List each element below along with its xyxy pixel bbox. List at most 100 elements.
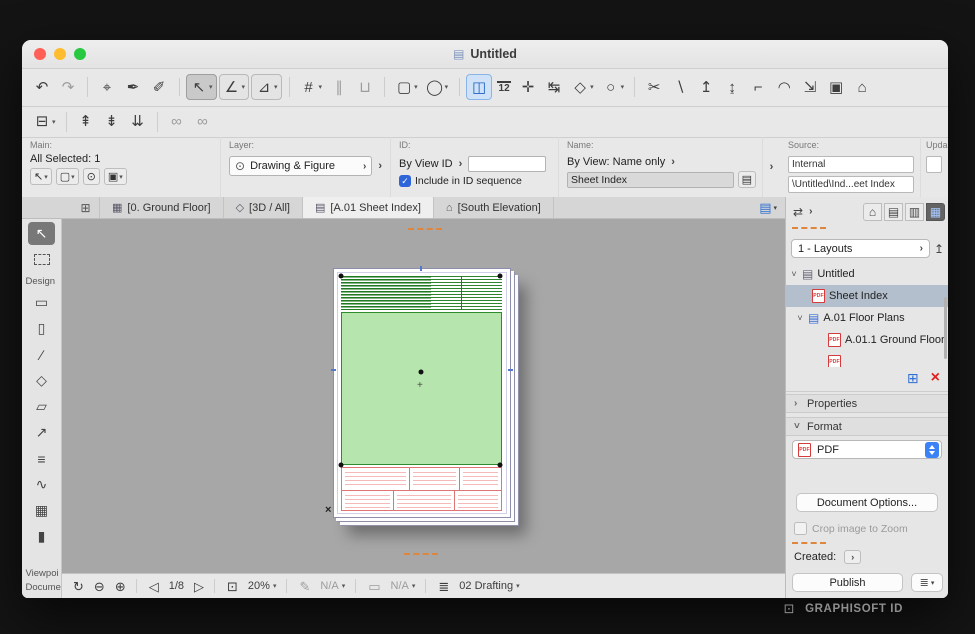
disclosure-icon[interactable]: ˅ [790,269,798,279]
grid-tool[interactable]: ▦ [28,499,55,522]
place-figure-button[interactable]: ▣ [824,74,848,100]
infobox-expand-button[interactable]: › [768,161,776,173]
fit-elements-button[interactable]: ✛ [516,74,540,100]
autogroup-button[interactable]: ∞ [191,109,215,135]
format-section-header[interactable]: ˅ Format [786,417,948,436]
camera-button[interactable]: ⌂ [850,74,874,100]
tree-item-next[interactable]: PDF [786,351,948,367]
fillet-button[interactable]: ◠ [772,74,796,100]
magnet-button[interactable]: ⊙ [83,168,100,185]
fill-settings-button[interactable]: ◇ ▾ [568,74,597,100]
rename-button[interactable]: ▤ [738,171,756,188]
organizer-button[interactable]: ⇄ [790,204,806,220]
tab-sheet-index[interactable]: ▤ [A.01 Sheet Index] [303,197,434,218]
zoom-out-button[interactable]: ⊖ [89,576,110,596]
tab-south-elevation[interactable]: ⌂ [South Elevation] [434,197,554,218]
redo-button[interactable]: ↷ [56,74,80,100]
next-layout-button[interactable]: ▷ [189,576,209,596]
dimension-units-button[interactable]: 12 [494,74,514,100]
align-elements-button[interactable]: ↹ [542,74,566,100]
group-button[interactable]: ∞ [165,109,189,135]
tree-item-untitled[interactable]: ˅ ▤ Untitled [786,263,948,285]
layout-sheet[interactable]: + [333,268,511,518]
tree-scrollbar[interactable] [944,297,947,359]
arrow-mode-button[interactable]: ↖ ▾ [30,168,52,185]
layer-value[interactable]: 02 Drafting ▾ [454,576,524,596]
quick-options-button[interactable]: ▤ ▾ [751,197,785,218]
undo-button[interactable]: ↶ [30,74,54,100]
id-input[interactable] [468,156,546,172]
spline-tool[interactable]: ∿ [28,473,55,496]
pen-settings-button[interactable]: ○ ▾ [599,74,628,100]
name-mode-expand-button[interactable]: › [669,156,677,168]
include-id-checkbox[interactable]: ✓ [399,175,411,187]
grid-snap-button[interactable]: # ▾ [297,74,326,100]
resize-button[interactable]: ⇲ [798,74,822,100]
stepper-icon[interactable] [925,442,939,458]
apply-settings-button[interactable]: ⇊ [126,109,150,135]
selection-handle[interactable] [339,463,344,468]
sheet-index-table-drawing[interactable] [341,276,502,310]
arrow-annotation-tool[interactable]: ↗ [28,421,55,444]
selection-handle[interactable] [419,370,424,375]
project-map-button[interactable]: ⌂ [863,203,882,221]
stair-tool[interactable]: ≡ [28,447,55,470]
tree-item-a01-floor-plans[interactable]: ˅ ▤ A.01 Floor Plans [786,307,948,329]
layer-expand-button[interactable]: › [376,160,384,172]
selection-handle[interactable] [498,274,503,279]
scale-button[interactable]: ▭ [363,576,385,596]
offset-toggle[interactable]: ∠ ▾ [219,74,250,100]
stretch-button[interactable]: ↨ [720,74,744,100]
favorites-preview-button[interactable]: ▣ ▾ [104,168,127,185]
pin-navigator-button[interactable]: ↥ [934,242,944,256]
document-options-button[interactable]: Document Options... [796,493,938,512]
id-mode-expand-button[interactable]: › [457,158,465,170]
add-layout-button[interactable]: ⊞ [907,370,919,387]
disclosure-icon[interactable]: ˅ [796,313,804,323]
publish-button[interactable]: Publish [792,573,903,592]
elevate-button[interactable]: ↥ [694,74,718,100]
line-tool[interactable]: ∕ [28,343,55,366]
scale-value[interactable]: N/A ▾ [386,576,421,596]
drawing-tool[interactable]: ▭ [28,291,55,314]
marquee-options-button[interactable]: ▢ ▾ [392,74,421,100]
tree-item-sheet-index[interactable]: PDF Sheet Index [786,285,948,307]
favorites-palette-button[interactable]: ⊟ ▾ [30,109,59,135]
delete-item-button[interactable]: × [931,370,940,386]
layer-quick-button[interactable]: ≣ [433,576,454,596]
pick-up-parameters-button[interactable]: ✒ [121,74,145,100]
crop-image-checkbox[interactable] [794,522,807,535]
trace-reference-button[interactable]: ◫ [466,74,492,100]
prev-layout-button[interactable]: ◁ [144,576,164,596]
view-map-button[interactable]: ▤ [884,203,903,221]
publisher-sets-button[interactable]: ⇞ [74,109,98,135]
tab-ground-floor[interactable]: ▦ [0. Ground Floor] [100,197,224,218]
skewed-grid-button[interactable]: ∥ [327,74,351,100]
selection-handle[interactable] [339,274,344,279]
format-dropdown[interactable]: PDF PDF [792,440,942,459]
layer-dropdown[interactable]: ⊙ Drawing & Figure › [229,156,372,176]
arrow-tool[interactable]: ↖ [28,222,55,245]
zoom-in-button[interactable]: ⊕ [110,576,131,596]
coordinate-toggle[interactable]: ⊿ ▾ [251,74,282,100]
pen-set-button[interactable]: ✎ [294,576,315,596]
pen-set-value[interactable]: N/A ▾ [315,576,350,596]
trim-button[interactable]: ✂ [642,74,666,100]
figure-tool[interactable]: ▯ [28,317,55,340]
gravity-button[interactable]: ⊔ [353,74,377,100]
column-tool[interactable]: ▮ [28,525,55,548]
name-input[interactable] [567,172,734,188]
fit-in-window-button[interactable]: ⊡ [222,576,243,596]
split-button[interactable]: ∖ [668,74,692,100]
tab-3d-all[interactable]: ◇ [3D / All] [224,197,303,218]
publisher-button[interactable]: ▦ [926,203,945,221]
selection-handle[interactable] [498,463,503,468]
polygon-tool[interactable]: ◇ [28,369,55,392]
publish-properties-button[interactable]: ≣ ▾ [911,573,943,592]
onion-skin-button[interactable]: ◯ ▾ [423,74,452,100]
select-area-button[interactable]: ⌖ [95,74,119,100]
roof-tool[interactable]: ▱ [28,395,55,418]
zoom-level-dropdown[interactable]: 20% ▾ [243,576,282,596]
transfer-settings-button[interactable]: ⇟ [100,109,124,135]
intersect-button[interactable]: ⌐ [746,74,770,100]
